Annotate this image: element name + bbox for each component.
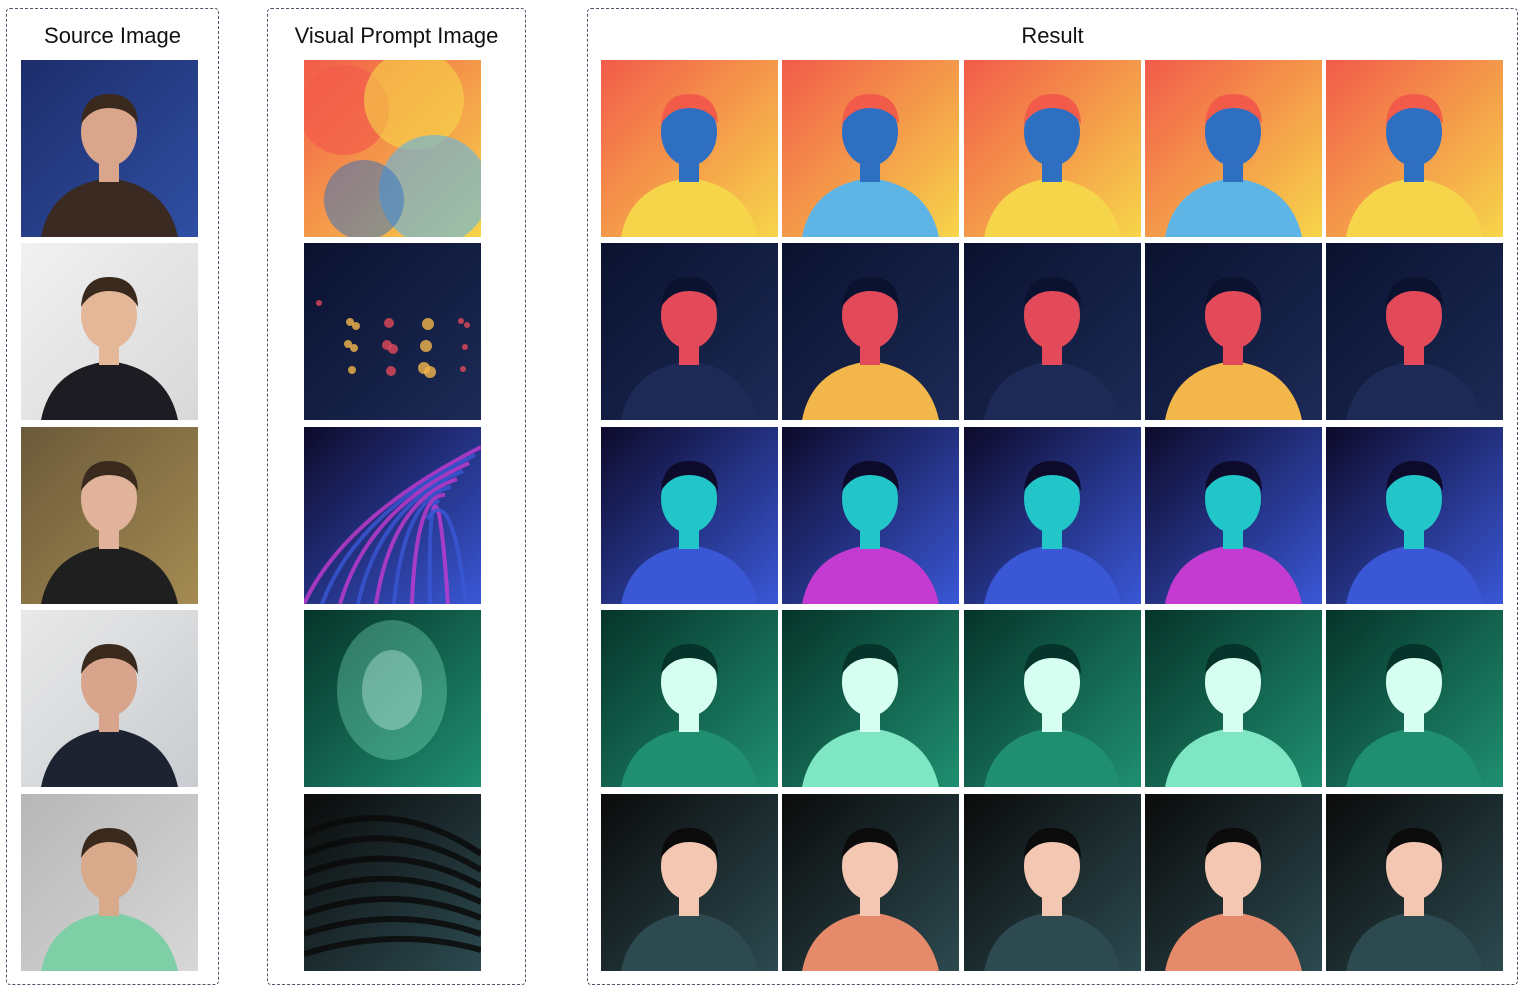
- source-image-4: [21, 610, 198, 787]
- visual-prompt-image-2: [304, 243, 481, 420]
- visual-prompt-image-3: [304, 427, 481, 604]
- result-image-r4-c4: [1145, 610, 1322, 787]
- visual-prompt-title: Visual Prompt Image: [294, 23, 499, 48]
- result-image-r5-c1: [601, 794, 778, 971]
- result-image-r2-c2: [782, 243, 959, 420]
- result-image-r1-c4: [1145, 60, 1322, 237]
- result-title: Result: [1021, 23, 1084, 48]
- result-image-r2-c5: [1326, 243, 1503, 420]
- visual-prompt-image-5: [304, 794, 481, 971]
- result-image-r3-c5: [1326, 427, 1503, 604]
- result-image-r5-c2: [782, 794, 959, 971]
- result-image-r4-c5: [1326, 610, 1503, 787]
- source-image-3: [21, 427, 198, 604]
- source-image-5: [21, 794, 198, 971]
- result-image-r5-c3: [964, 794, 1141, 971]
- source-image-1: [21, 60, 198, 237]
- result-image-r1-c5: [1326, 60, 1503, 237]
- result-image-r3-c1: [601, 427, 778, 604]
- result-image-r2-c3: [964, 243, 1141, 420]
- visual-prompt-image-4: [304, 610, 481, 787]
- result-image-r3-c2: [782, 427, 959, 604]
- source-image-2: [21, 243, 198, 420]
- result-image-r1-c3: [964, 60, 1141, 237]
- result-image-r3-c3: [964, 427, 1141, 604]
- result-image-r1-c2: [782, 60, 959, 237]
- result-image-r1-c1: [601, 60, 778, 237]
- visual-prompt-image-1: [304, 60, 481, 237]
- result-image-r4-c3: [964, 610, 1141, 787]
- result-image-r5-c4: [1145, 794, 1322, 971]
- source-image-title: Source Image: [44, 23, 181, 48]
- result-image-r2-c4: [1145, 243, 1322, 420]
- result-image-r4-c1: [601, 610, 778, 787]
- result-image-r3-c4: [1145, 427, 1322, 604]
- result-image-r4-c2: [782, 610, 959, 787]
- result-image-r2-c1: [601, 243, 778, 420]
- result-image-r5-c5: [1326, 794, 1503, 971]
